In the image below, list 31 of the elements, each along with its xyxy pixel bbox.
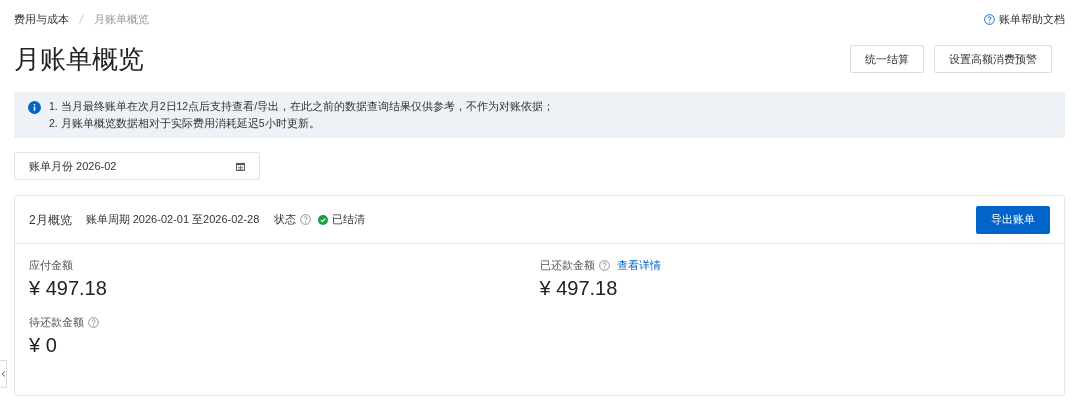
details-link[interactable]: 查看详情: [616, 256, 661, 274]
check-icon: [318, 214, 329, 225]
month-picker[interactable]: 账单月份 2026-02: [14, 152, 260, 180]
notice-text: 1. 当月最终账单在次月2日12点后支持查看/导出，在此之前的数据查询结果仅供参考，不作为对账依据；: [49, 100, 555, 113]
info-icon: [28, 101, 41, 114]
separator-icon: [79, 14, 84, 24]
action-button[interactable]: 统一结算: [850, 45, 924, 73]
overview-title: 2月概览: [29, 211, 72, 229]
period-text: 账单周期 2026-02-01 至2026-02-28: [85, 212, 260, 228]
metric-value: ¥ 0: [29, 333, 58, 358]
help-icon[interactable]: [300, 214, 312, 225]
metric-value: ¥ 497.18: [29, 276, 108, 301]
notice-text: 2. 月账单概览数据相对于实际费用消耗延迟5小时更新。: [49, 117, 321, 130]
metric-label: 待还款金额: [29, 314, 84, 330]
metric-label: 应付金额: [29, 257, 73, 273]
help-icon: [984, 13, 995, 25]
metric-value: ¥ 497.18: [539, 276, 619, 301]
month-value: 账单月份 2026-02: [29, 158, 117, 174]
chevron-icon: [0, 371, 6, 377]
status-text: 已结清: [332, 212, 366, 228]
page-title: 月账单概览: [14, 42, 144, 76]
collapse-handle[interactable]: [0, 360, 7, 388]
help-icon[interactable]: [598, 259, 610, 271]
action-button[interactable]: 设置高额消费预警: [934, 45, 1052, 73]
status-label: 状态: [274, 212, 297, 228]
metric-label: 已还款金额: [539, 257, 595, 273]
help-icon[interactable]: [88, 316, 99, 328]
export-button[interactable]: 导出账单: [976, 205, 1050, 234]
calendar-icon: [236, 161, 245, 171]
breadcrumb-item[interactable]: 费用与成本: [14, 10, 69, 28]
help-link[interactable]: 账单帮助文档: [984, 10, 1065, 28]
